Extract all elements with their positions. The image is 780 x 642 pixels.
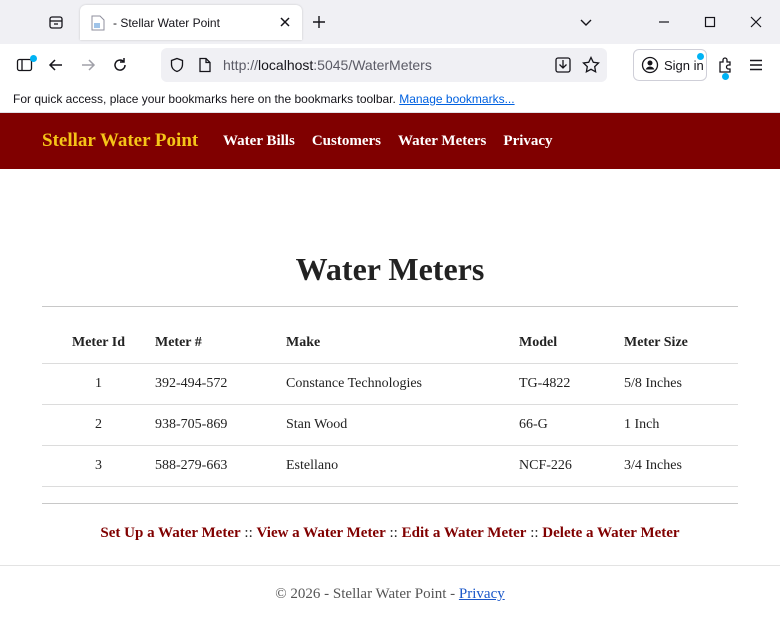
chevron-down-icon[interactable] — [575, 11, 597, 33]
sign-in-button[interactable]: Sign in — [633, 49, 707, 81]
cell-meter-id: 3 — [42, 445, 155, 487]
footer-divider — [0, 565, 780, 566]
cell-meter-number: 588-279-663 — [155, 445, 286, 487]
notification-dot — [722, 73, 729, 80]
table-row: 2 938-705-869 Stan Wood 66-G 1 Inch — [42, 404, 738, 446]
minimize-icon[interactable] — [652, 10, 676, 34]
divider — [42, 306, 738, 307]
nav-privacy[interactable]: Privacy — [503, 133, 552, 150]
site-nav: Water Bills Customers Water Meters Priva… — [223, 133, 570, 150]
account-icon — [641, 56, 659, 74]
forward-arrow-icon[interactable] — [76, 53, 100, 77]
site-header: Stellar Water Point Water Bills Customer… — [0, 113, 780, 169]
page-info-icon[interactable] — [196, 56, 214, 74]
new-tab-icon[interactable] — [308, 11, 330, 33]
cell-make: Constance Technologies — [286, 363, 519, 405]
sidebar-icon[interactable] — [13, 53, 37, 77]
url-bar[interactable]: http://localhost:5045/WaterMeters — [161, 48, 607, 82]
browser-tab[interactable]: - Stellar Water Point — [80, 5, 302, 40]
footer-privacy-link[interactable]: Privacy — [459, 586, 505, 602]
cell-model: 66-G — [519, 404, 624, 446]
column-header: Model — [519, 323, 624, 364]
cell-meter-id: 2 — [42, 404, 155, 446]
site-brand[interactable]: Stellar Water Point — [42, 130, 198, 152]
cell-meter-size: 3/4 Inches — [624, 445, 738, 487]
divider — [42, 503, 738, 504]
bookmark-star-icon[interactable] — [582, 56, 600, 74]
column-header: Meter Size — [624, 323, 738, 364]
page-favicon-icon — [90, 15, 106, 31]
manage-bookmarks-link[interactable]: Manage bookmarks... — [399, 92, 514, 106]
link-separator: :: — [530, 525, 539, 541]
edit-meter-link[interactable]: Edit a Water Meter — [402, 525, 527, 541]
table-row: 3 588-279-663 Estellano NCF-226 3/4 Inch… — [42, 445, 738, 487]
maximize-icon[interactable] — [698, 10, 722, 34]
cell-meter-number: 392-494-572 — [155, 363, 286, 405]
cell-model: TG-4822 — [519, 363, 624, 405]
browser-tab-bar: - Stellar Water Point — [0, 0, 780, 44]
water-meters-table: Meter Id Meter # Make Model Meter Size 1… — [42, 323, 738, 487]
cell-meter-size: 1 Inch — [624, 404, 738, 446]
table-header-row: Meter Id Meter # Make Model Meter Size — [42, 323, 738, 364]
url-text[interactable]: http://localhost:5045/WaterMeters — [223, 57, 432, 73]
back-arrow-icon[interactable] — [44, 53, 68, 77]
nav-water-bills[interactable]: Water Bills — [223, 133, 295, 150]
cell-model: NCF-226 — [519, 445, 624, 487]
notification-dot — [30, 55, 37, 62]
cell-meter-number: 938-705-869 — [155, 404, 286, 446]
action-links: Set Up a Water Meter :: View a Water Met… — [0, 525, 780, 542]
bookmarks-hint: For quick access, place your bookmarks h… — [13, 92, 396, 106]
table-row: 1 392-494-572 Constance Technologies TG-… — [42, 363, 738, 405]
sign-in-label: Sign in — [664, 57, 704, 73]
notification-dot — [697, 53, 704, 60]
nav-water-meters[interactable]: Water Meters — [398, 133, 486, 150]
column-header: Meter # — [155, 323, 286, 364]
menu-icon[interactable] — [744, 53, 768, 77]
close-window-icon[interactable] — [744, 10, 768, 34]
site-footer: © 2026 - Stellar Water Point - Privacy — [0, 586, 780, 603]
cell-make: Estellano — [286, 445, 519, 487]
bookmarks-toolbar: For quick access, place your bookmarks h… — [0, 86, 780, 113]
shield-icon[interactable] — [168, 56, 186, 74]
reload-icon[interactable] — [108, 53, 132, 77]
link-separator: :: — [389, 525, 398, 541]
save-page-icon[interactable] — [554, 56, 572, 74]
nav-customers[interactable]: Customers — [312, 133, 381, 150]
cell-make: Stan Wood — [286, 404, 519, 446]
column-header: Meter Id — [42, 323, 155, 364]
column-header: Make — [286, 323, 519, 364]
cell-meter-id: 1 — [42, 363, 155, 405]
delete-meter-link[interactable]: Delete a Water Meter — [542, 525, 679, 541]
extensions-icon[interactable] — [713, 53, 737, 80]
link-separator: :: — [244, 525, 253, 541]
tab-title: - Stellar Water Point — [113, 15, 220, 30]
set-up-meter-link[interactable]: Set Up a Water Meter — [100, 525, 240, 541]
tab-list-icon[interactable] — [44, 10, 68, 34]
browser-nav-bar: http://localhost:5045/WaterMeters Sign i… — [0, 44, 780, 86]
page-title: Water Meters — [295, 251, 485, 287]
close-tab-icon[interactable] — [276, 13, 294, 31]
footer-copyright: © 2026 - Stellar Water Point - — [275, 586, 459, 602]
view-meter-link[interactable]: View a Water Meter — [257, 525, 386, 541]
cell-meter-size: 5/8 Inches — [624, 363, 738, 405]
